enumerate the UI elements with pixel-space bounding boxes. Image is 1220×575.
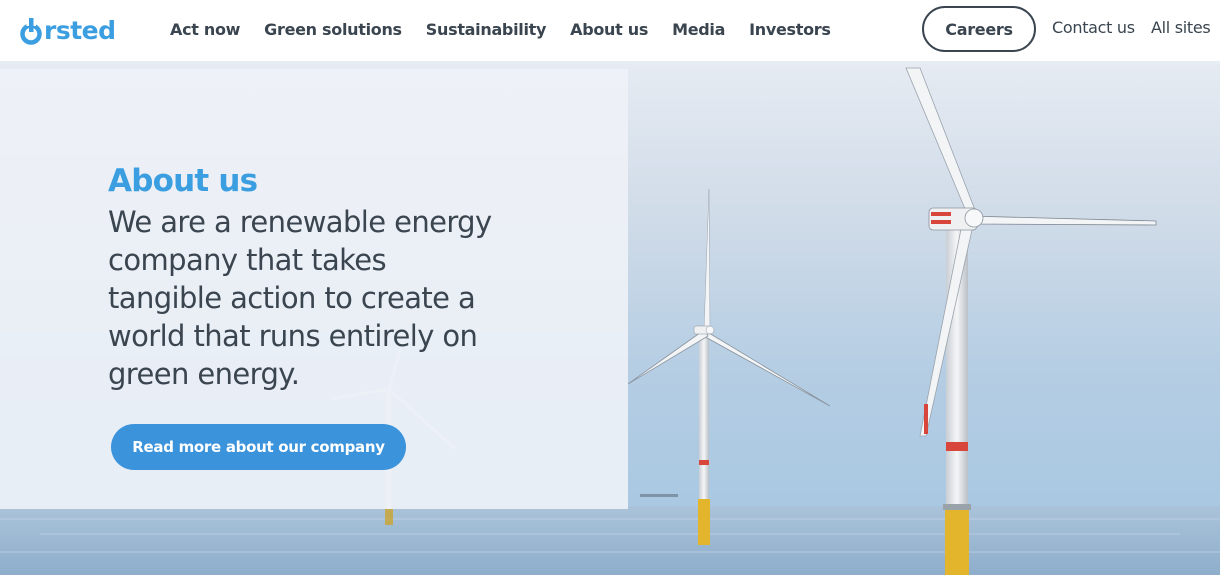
orsted-o-logo-icon [20, 18, 42, 45]
hero-eyebrow-heading: About us [108, 163, 258, 199]
nav-item-act-now[interactable]: Act now [159, 20, 251, 39]
hero-lead-text: We are a renewable energy company that t… [108, 205, 492, 391]
all-sites-link[interactable]: All sites [1151, 18, 1211, 37]
nav-item-about-us[interactable]: About us [559, 20, 659, 39]
hero-text-panel: About us We are a renewable energy compa… [0, 69, 628, 509]
careers-button[interactable]: Careers [922, 6, 1036, 52]
nav-item-green-solutions[interactable]: Green solutions [253, 20, 413, 39]
site-header: rsted Act now Green solutions Sustainabi… [0, 0, 1220, 64]
orsted-logo[interactable]: rsted [19, 13, 116, 47]
contact-us-link[interactable]: Contact us [1052, 18, 1135, 37]
nav-item-investors[interactable]: Investors [738, 20, 842, 39]
nav-item-sustainability[interactable]: Sustainability [415, 20, 557, 39]
read-more-button[interactable]: Read more about our company [111, 424, 406, 470]
hero-section: About us We are a renewable energy compa… [0, 64, 1220, 575]
logo-wordmark: rsted [44, 15, 116, 45]
nav-item-media[interactable]: Media [661, 20, 736, 39]
main-nav: Act now Green solutions Sustainability A… [159, 0, 842, 58]
